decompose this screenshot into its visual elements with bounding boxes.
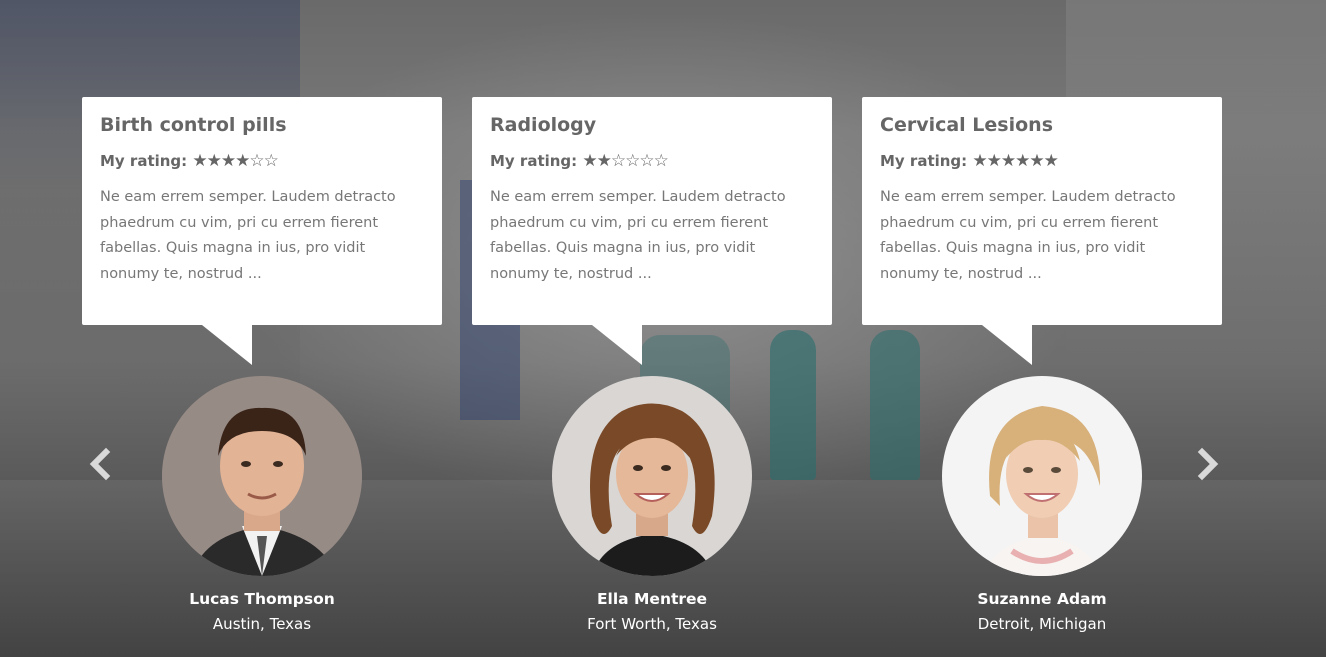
background-staff-figure	[770, 330, 816, 480]
person-name: Ella Mentree	[596, 590, 708, 608]
rating-stars-icon: ★★★★☆☆	[192, 151, 278, 171]
testimonial-excerpt: Ne eam errem semper. Laudem detracto pha…	[100, 189, 396, 282]
testimonial-card: Radiology My rating: ★★☆☆☆☆ Ne eam errem…	[472, 97, 832, 365]
background-staff-figure	[870, 330, 920, 480]
chevron-right-icon	[1197, 447, 1219, 481]
person-name: Lucas Thompson	[189, 590, 335, 608]
person-location: Austin, Texas	[212, 615, 312, 633]
testimonial-rating: My rating: ★★★★★★	[880, 151, 1204, 171]
testimonial-title: Radiology	[490, 114, 597, 136]
rating-label: My rating:	[490, 152, 578, 170]
testimonial-excerpt: Ne eam errem semper. Laudem detracto pha…	[880, 189, 1176, 282]
avatar	[162, 376, 362, 576]
rating-label: My rating:	[880, 152, 968, 170]
person-location: Detroit, Michigan	[977, 615, 1107, 633]
testimonial-card: Cervical Lesions My rating: ★★★★★★ Ne ea…	[862, 97, 1222, 365]
speech-pointer	[592, 325, 642, 365]
chevron-left-icon	[89, 447, 111, 481]
avatar	[942, 376, 1142, 576]
person-location: Fort Worth, Texas	[587, 615, 717, 633]
rating-label: My rating:	[100, 152, 188, 170]
carousel-prev-button[interactable]	[84, 446, 118, 482]
testimonial-card: Birth control pills My rating: ★★★★☆☆ Ne…	[82, 97, 442, 365]
testimonial-rating: My rating: ★★☆☆☆☆	[490, 151, 814, 171]
speech-pointer	[202, 325, 252, 365]
person-name: Suzanne Adam	[977, 590, 1107, 608]
rating-stars-icon: ★★★★★★	[972, 151, 1058, 171]
testimonial-excerpt: Ne eam errem semper. Laudem detracto pha…	[490, 189, 786, 282]
speech-pointer	[982, 325, 1032, 365]
rating-stars-icon: ★★☆☆☆☆	[582, 151, 668, 171]
testimonial-title: Cervical Lesions	[880, 114, 1054, 136]
avatar	[552, 376, 752, 576]
testimonial-title: Birth control pills	[100, 114, 287, 136]
testimonial-rating: My rating: ★★★★☆☆	[100, 151, 424, 171]
carousel-next-button[interactable]	[1190, 446, 1224, 482]
